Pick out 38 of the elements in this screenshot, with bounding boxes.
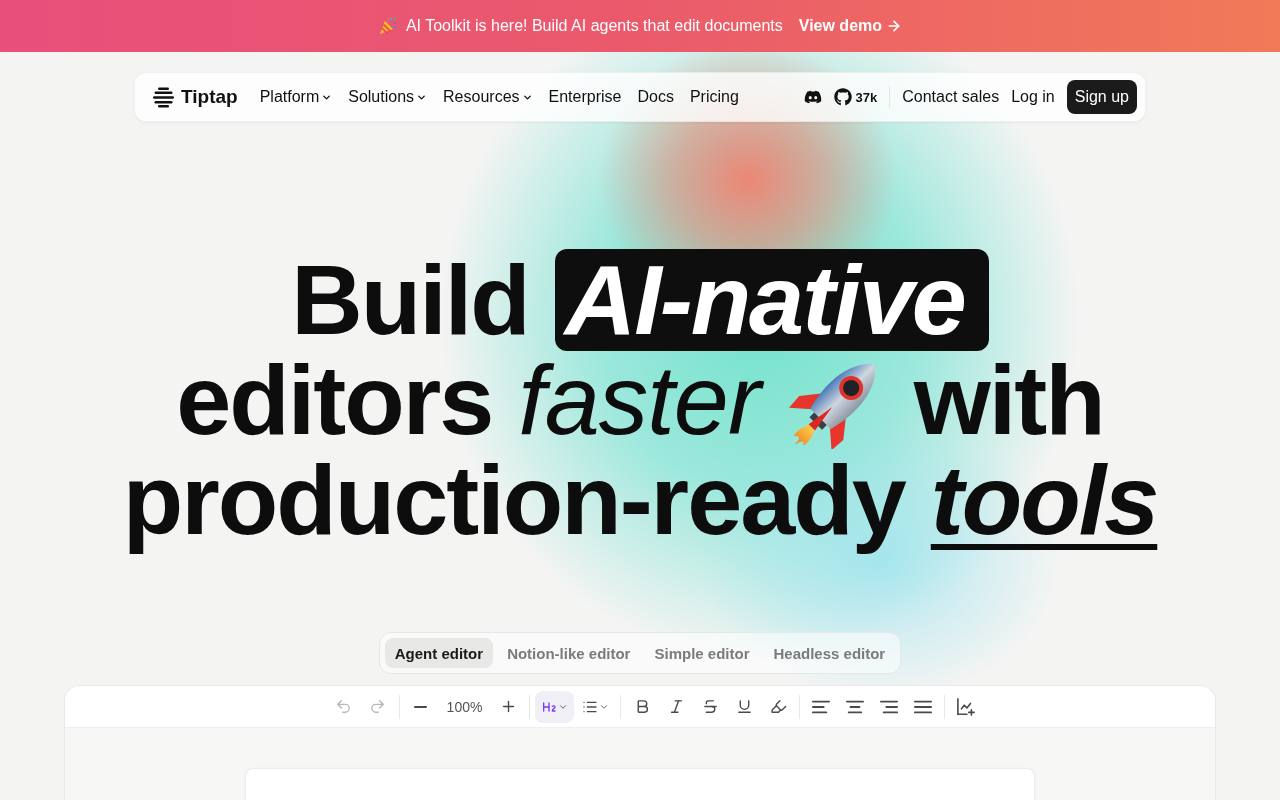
sign-up-button[interactable]: Sign up	[1066, 80, 1137, 114]
nav-link[interactable]: Platform	[259, 88, 333, 106]
undo-icon	[335, 698, 353, 715]
heading-dropdown[interactable]	[535, 690, 575, 723]
logo-icon	[153, 86, 174, 108]
headline-text: editors	[176, 350, 493, 450]
highlighted-text: AI-native	[554, 249, 989, 351]
github-icon	[833, 88, 852, 106]
nav-link[interactable]: Pricing	[689, 88, 739, 106]
headline-text: Build	[291, 250, 529, 350]
align-center-icon	[846, 699, 865, 714]
chart-add-icon	[957, 697, 976, 716]
editor-tab[interactable]: Headless editor	[763, 638, 896, 668]
align-right-icon	[880, 699, 899, 714]
nav-link[interactable]: Enterprise	[548, 88, 622, 106]
strikethrough-icon	[701, 698, 719, 715]
party-popper-icon	[377, 16, 398, 36]
align-justify-icon	[914, 699, 933, 714]
minus-icon	[414, 705, 428, 708]
logo[interactable]: Tiptap	[153, 86, 238, 108]
highlighter-icon	[769, 698, 787, 715]
zoom-level: 100%	[445, 698, 484, 715]
nav-link[interactable]: Log in	[1011, 88, 1055, 106]
redo-icon	[369, 698, 387, 715]
editor-tab[interactable]: Agent editor	[384, 638, 494, 668]
nav-link[interactable]: Resources	[443, 88, 533, 106]
nav-link[interactable]: Contact sales	[902, 88, 1000, 106]
github-link[interactable]: 37k	[833, 88, 878, 106]
underline-icon	[735, 698, 753, 715]
align-left-icon	[812, 699, 831, 714]
nav-link[interactable]: Solutions	[348, 88, 428, 106]
discord-icon[interactable]	[803, 88, 822, 106]
editor-tab[interactable]: Simple editor	[644, 638, 760, 668]
editor-tab[interactable]: Notion-like editor	[497, 638, 641, 668]
underlined-text: tools	[930, 450, 1158, 550]
headline-text: with	[913, 350, 1104, 450]
announcement-text: AI Toolkit is here! Build AI agents that edit documents	[405, 17, 783, 35]
nav-link[interactable]: Docs	[637, 88, 674, 106]
